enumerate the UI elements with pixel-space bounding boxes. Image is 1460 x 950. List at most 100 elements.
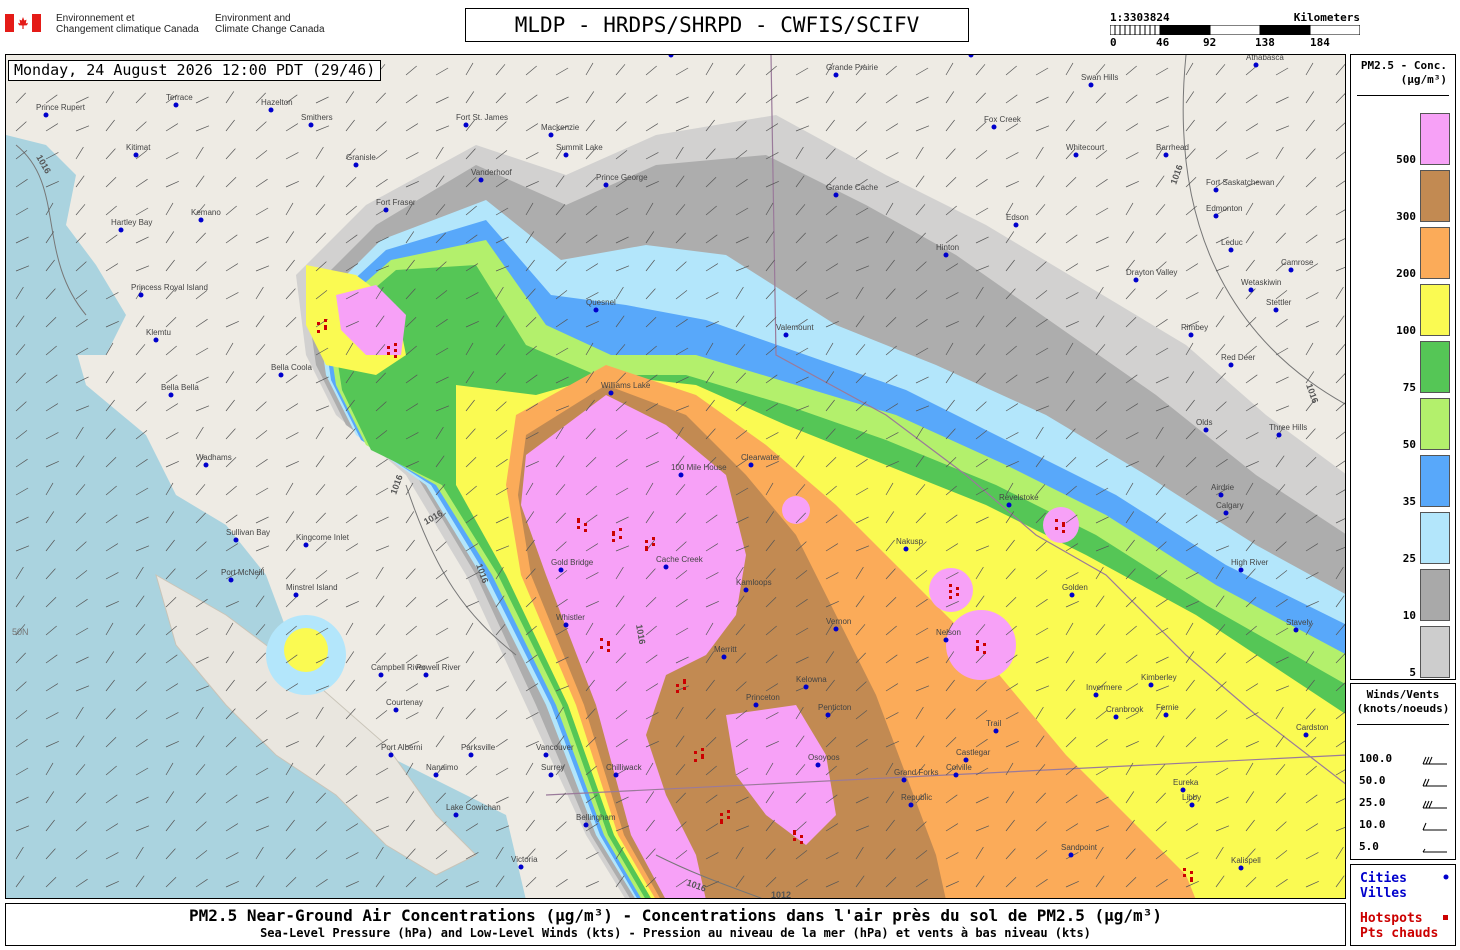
- city-marker[interactable]: [268, 107, 274, 113]
- city-marker[interactable]: [968, 55, 974, 58]
- city-marker[interactable]: [783, 332, 789, 338]
- city-marker[interactable]: [1069, 592, 1075, 598]
- city-marker[interactable]: [308, 122, 314, 128]
- city-marker[interactable]: [563, 622, 569, 628]
- city-marker[interactable]: [748, 462, 754, 468]
- city-marker[interactable]: [1163, 712, 1169, 718]
- city-marker[interactable]: [548, 772, 554, 778]
- city-marker[interactable]: [133, 152, 139, 158]
- city-marker[interactable]: [168, 392, 174, 398]
- city-marker[interactable]: [753, 702, 759, 708]
- city-marker[interactable]: [1248, 287, 1254, 293]
- city-marker[interactable]: [118, 227, 124, 233]
- city-marker[interactable]: [678, 472, 684, 478]
- pm25-map[interactable]: 50N 1016 1016 1016 1016 1016 1016 1016 1…: [5, 54, 1346, 899]
- city-marker[interactable]: [1068, 852, 1074, 858]
- city-marker[interactable]: [663, 564, 669, 570]
- city-marker[interactable]: [993, 728, 999, 734]
- city-marker[interactable]: [1213, 213, 1219, 219]
- city-label: Chilliwack: [606, 763, 643, 772]
- city-marker[interactable]: [1180, 787, 1186, 793]
- city-marker[interactable]: [963, 757, 969, 763]
- city-marker[interactable]: [1093, 692, 1099, 698]
- city-marker[interactable]: [991, 124, 997, 130]
- city-marker[interactable]: [548, 132, 554, 138]
- city-marker[interactable]: [825, 712, 831, 718]
- city-marker[interactable]: [1073, 152, 1079, 158]
- city-marker[interactable]: [583, 822, 589, 828]
- city-marker[interactable]: [1276, 432, 1282, 438]
- city-marker[interactable]: [668, 55, 674, 58]
- city-marker[interactable]: [743, 587, 749, 593]
- wind-barb: [375, 92, 386, 104]
- city-marker[interactable]: [433, 772, 439, 778]
- city-marker[interactable]: [833, 72, 839, 78]
- city-marker[interactable]: [558, 567, 564, 573]
- city-marker[interactable]: [1213, 187, 1219, 193]
- city-marker[interactable]: [1288, 267, 1294, 273]
- city-marker[interactable]: [593, 307, 599, 313]
- city-marker[interactable]: [815, 762, 821, 768]
- city-marker[interactable]: [198, 217, 204, 223]
- city-marker[interactable]: [1303, 732, 1309, 738]
- city-marker[interactable]: [388, 752, 394, 758]
- city-marker[interactable]: [943, 252, 949, 258]
- city-marker[interactable]: [393, 707, 399, 713]
- city-marker[interactable]: [953, 772, 959, 778]
- city-marker[interactable]: [1223, 510, 1229, 516]
- city-marker[interactable]: [478, 177, 484, 183]
- city-marker[interactable]: [1238, 865, 1244, 871]
- city-marker[interactable]: [228, 577, 234, 583]
- city-marker[interactable]: [453, 812, 459, 818]
- city-marker[interactable]: [903, 546, 909, 552]
- city-marker[interactable]: [423, 672, 429, 678]
- city-marker[interactable]: [1188, 332, 1194, 338]
- city-marker[interactable]: [153, 337, 159, 343]
- city-marker[interactable]: [803, 684, 809, 690]
- city-marker[interactable]: [1228, 247, 1234, 253]
- city-marker[interactable]: [608, 390, 614, 396]
- city-marker[interactable]: [1293, 627, 1299, 633]
- city-marker[interactable]: [943, 637, 949, 643]
- city-marker[interactable]: [1273, 307, 1279, 313]
- city-marker[interactable]: [173, 102, 179, 108]
- city-marker[interactable]: [1203, 427, 1209, 433]
- city-marker[interactable]: [1133, 277, 1139, 283]
- city-marker[interactable]: [1088, 82, 1094, 88]
- city-marker[interactable]: [1228, 362, 1234, 368]
- city-marker[interactable]: [901, 777, 907, 783]
- city-marker[interactable]: [203, 462, 209, 468]
- city-marker[interactable]: [721, 654, 727, 660]
- city-marker[interactable]: [833, 192, 839, 198]
- city-marker[interactable]: [353, 162, 359, 168]
- wind-barb: [405, 123, 419, 132]
- city-marker[interactable]: [613, 772, 619, 778]
- city-marker[interactable]: [1113, 714, 1119, 720]
- city-marker[interactable]: [138, 292, 144, 298]
- city-marker[interactable]: [603, 182, 609, 188]
- city-marker[interactable]: [543, 752, 549, 758]
- city-marker[interactable]: [468, 752, 474, 758]
- city-marker[interactable]: [293, 592, 299, 598]
- city-marker[interactable]: [43, 112, 49, 118]
- city-marker[interactable]: [1013, 222, 1019, 228]
- hotspot: [387, 352, 390, 355]
- city-marker[interactable]: [1218, 492, 1224, 498]
- city-marker[interactable]: [908, 802, 914, 808]
- city-marker[interactable]: [463, 122, 469, 128]
- wind-barb: [795, 96, 809, 104]
- city-marker[interactable]: [1238, 567, 1244, 573]
- city-marker[interactable]: [378, 672, 384, 678]
- city-marker[interactable]: [278, 372, 284, 378]
- city-marker[interactable]: [833, 626, 839, 632]
- city-marker[interactable]: [1189, 802, 1195, 808]
- city-marker[interactable]: [563, 152, 569, 158]
- city-marker[interactable]: [1006, 502, 1012, 508]
- city-marker[interactable]: [1148, 682, 1154, 688]
- city-marker[interactable]: [383, 207, 389, 213]
- city-marker[interactable]: [1163, 152, 1169, 158]
- city-marker[interactable]: [303, 542, 309, 548]
- city-marker[interactable]: [233, 537, 239, 543]
- city-marker[interactable]: [1253, 62, 1259, 68]
- city-marker[interactable]: [518, 864, 524, 870]
